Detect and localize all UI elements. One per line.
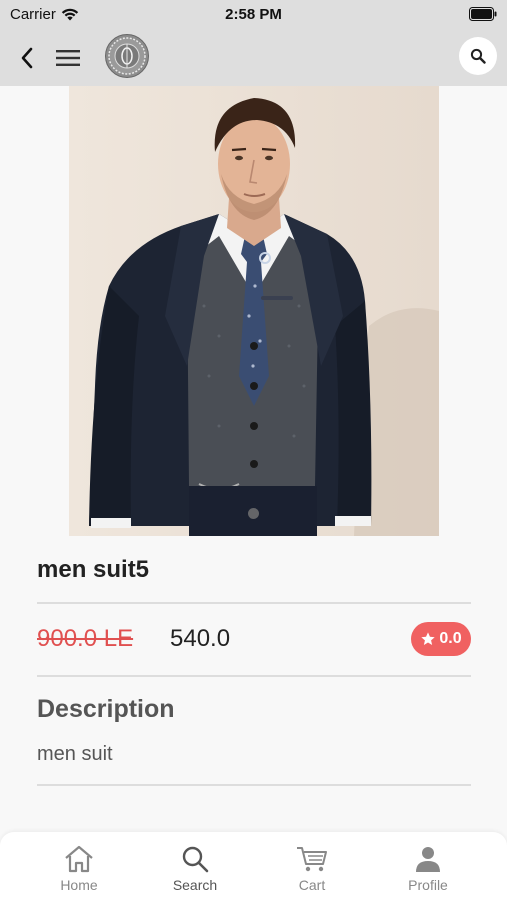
rating-value: 0.0 (439, 630, 462, 647)
suit-model-illustration (69, 86, 439, 536)
navigation-bar (0, 30, 507, 86)
search-button[interactable] (459, 37, 497, 75)
profile-icon (416, 847, 440, 872)
divider (37, 602, 471, 604)
search-icon (470, 48, 486, 64)
star-icon (421, 632, 436, 645)
tab-home-label: Home (60, 877, 98, 893)
tab-search[interactable]: Search (135, 832, 255, 900)
tab-search-label: Search (172, 877, 218, 893)
menu-button[interactable] (52, 42, 84, 74)
carousel-indicator-dot[interactable] (248, 508, 259, 519)
original-price: 900.0 LE (37, 625, 134, 652)
product-title: men suit5 (37, 556, 150, 583)
tab-cart-label: Cart (298, 877, 326, 893)
brand-logo[interactable] (105, 34, 149, 78)
cart-icon (297, 847, 327, 872)
description-heading: Description (37, 695, 175, 723)
back-arrow-icon (21, 47, 33, 69)
tab-home[interactable]: Home (19, 832, 139, 900)
logo-emblem-icon (108, 37, 146, 75)
back-button[interactable] (12, 42, 42, 74)
home-icon (65, 845, 93, 873)
status-bar: Carrier 2:58 PM (0, 0, 507, 30)
tab-profile-label: Profile (408, 877, 448, 893)
divider (37, 784, 471, 786)
battery-icon (469, 7, 497, 21)
status-time: 2:58 PM (225, 6, 282, 23)
tab-cart[interactable]: Cart (252, 832, 372, 900)
rating-badge: 0.0 (411, 622, 471, 656)
sale-price: 540.0 (170, 625, 231, 652)
product-image[interactable] (69, 86, 439, 536)
bottom-tab-bar: Home Search Cart Profile (0, 832, 507, 900)
search-icon (182, 846, 209, 873)
hamburger-menu-icon (56, 50, 80, 66)
tab-profile[interactable]: Profile (368, 832, 488, 900)
divider (37, 675, 471, 677)
description-text: men suit (37, 743, 113, 765)
